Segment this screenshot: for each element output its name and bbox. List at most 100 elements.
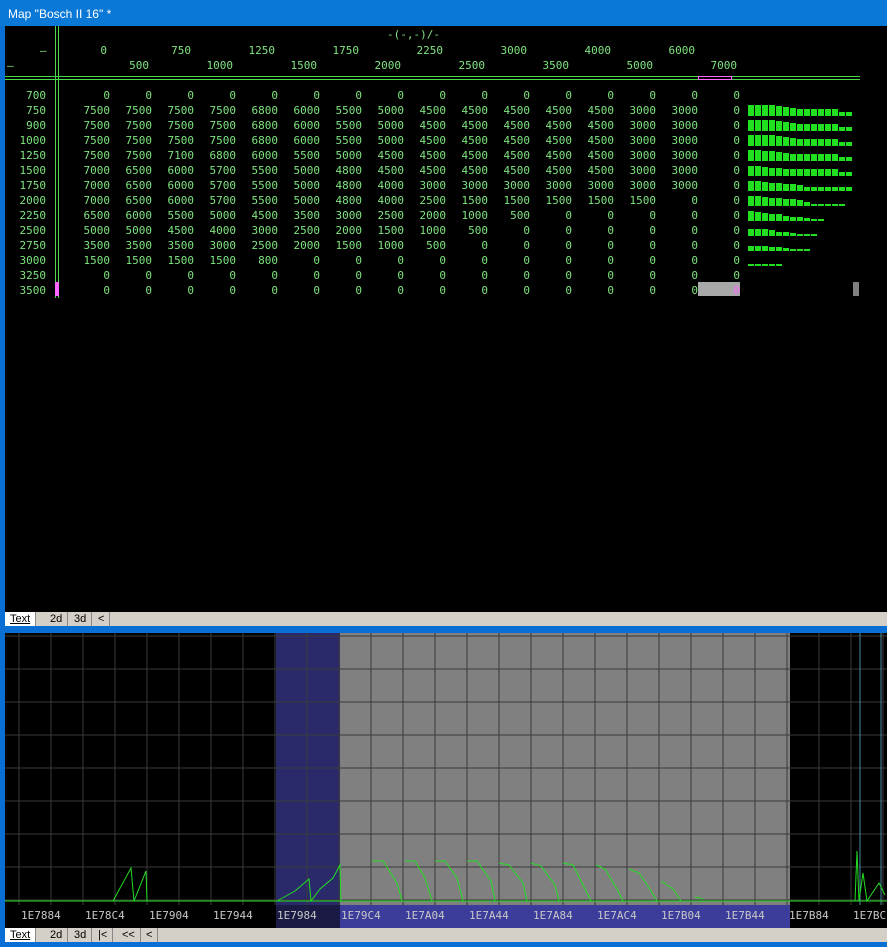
map-cell[interactable]: 4800 xyxy=(336,164,363,177)
map-cell[interactable]: 1000 xyxy=(462,209,489,222)
map-cell[interactable]: 0 xyxy=(691,194,698,207)
map-cell[interactable]: 0 xyxy=(733,89,740,102)
map-cell[interactable]: 0 xyxy=(397,89,404,102)
map-cell[interactable]: 0 xyxy=(607,239,614,252)
map-cell[interactable]: 0 xyxy=(355,284,362,297)
map-cell[interactable]: 0 xyxy=(565,269,572,282)
map-cell[interactable]: 5500 xyxy=(252,179,279,192)
map-cell[interactable]: 6000 xyxy=(168,164,195,177)
map-cell[interactable]: 6000 xyxy=(168,194,195,207)
map-cell[interactable]: 4500 xyxy=(504,119,531,132)
map-cell[interactable]: 3000 xyxy=(588,179,615,192)
map-cell[interactable]: 0 xyxy=(187,89,194,102)
map-cell[interactable]: 0 xyxy=(313,254,320,267)
map-cell[interactable]: 5500 xyxy=(336,104,363,117)
map-cell[interactable]: 4500 xyxy=(378,149,405,162)
map-cell[interactable]: 0 xyxy=(397,254,404,267)
map-cell[interactable]: 3000 xyxy=(672,149,699,162)
map-cell[interactable]: 4500 xyxy=(462,149,489,162)
map-cell[interactable]: 0 xyxy=(733,149,740,162)
map-cell[interactable]: 3000 xyxy=(462,179,489,192)
map-cell[interactable]: 1500 xyxy=(84,254,111,267)
map-cell[interactable]: 0 xyxy=(313,89,320,102)
map-cell[interactable]: 0 xyxy=(187,269,194,282)
map-cell[interactable]: 500 xyxy=(426,239,446,252)
map-cell[interactable]: 3000 xyxy=(672,119,699,132)
map-cell[interactable]: 1000 xyxy=(378,239,405,252)
map-cell[interactable]: 7500 xyxy=(84,149,111,162)
map-cell[interactable]: 0 xyxy=(607,89,614,102)
map-cell[interactable]: 5500 xyxy=(336,134,363,147)
map-cell[interactable]: 3000 xyxy=(672,104,699,117)
map-cell[interactable]: 2500 xyxy=(294,224,321,237)
map-cell[interactable]: 0 xyxy=(229,89,236,102)
map-cell[interactable]: 0 xyxy=(565,209,572,222)
map-cell[interactable]: 0 xyxy=(481,269,488,282)
map-cell[interactable]: 1500 xyxy=(630,194,657,207)
map-cell[interactable]: 0 xyxy=(145,284,152,297)
tab-nav-5[interactable]: < xyxy=(141,928,159,942)
tab-Text[interactable]: Text xyxy=(5,612,37,626)
map-cell[interactable]: 1500 xyxy=(504,194,531,207)
map-cell[interactable]: 7500 xyxy=(126,149,153,162)
map-cell[interactable]: 5500 xyxy=(168,209,195,222)
map-cell[interactable]: 7500 xyxy=(126,119,153,132)
map-cell[interactable]: 1500 xyxy=(588,194,615,207)
map-cell[interactable]: 3000 xyxy=(252,224,279,237)
tab-2d[interactable]: 2d xyxy=(45,928,69,942)
map-cell[interactable]: 0 xyxy=(691,89,698,102)
map-text-view[interactable]: -(-,-)/- – – 0 500 750 1000 1250 1500 1750 2000… xyxy=(5,26,887,612)
map-cell[interactable]: 6000 xyxy=(294,104,321,117)
map-cell[interactable]: 5500 xyxy=(336,119,363,132)
hex-graph-view[interactable]: 1E7884 1E78C4 1E7904 1E7944 1E7984 1E79C4 1E7A… xyxy=(5,633,887,928)
map-cell[interactable]: 2000 xyxy=(420,209,447,222)
map-cell[interactable]: 5000 xyxy=(84,224,111,237)
map-cell[interactable]: 7500 xyxy=(84,119,111,132)
map-cell[interactable]: 6800 xyxy=(210,149,237,162)
map-cell[interactable]: 0 xyxy=(523,284,530,297)
map-cell[interactable]: 4500 xyxy=(546,104,573,117)
map-cell[interactable]: 4500 xyxy=(420,164,447,177)
map-cell[interactable]: 0 xyxy=(733,239,740,252)
map-cell[interactable]: 4500 xyxy=(546,119,573,132)
map-cell[interactable]: 0 xyxy=(187,284,194,297)
map-cell[interactable]: 7500 xyxy=(168,104,195,117)
map-cell[interactable]: 3000 xyxy=(336,209,363,222)
map-cell[interactable]: 3000 xyxy=(420,179,447,192)
map-cell[interactable]: 5500 xyxy=(252,164,279,177)
map-cell[interactable]: 0 xyxy=(649,209,656,222)
map-cell[interactable]: 7000 xyxy=(84,194,111,207)
map-cell[interactable]: 500 xyxy=(510,209,530,222)
map-cell[interactable]: 0 xyxy=(733,209,740,222)
map-cell[interactable]: 5000 xyxy=(336,149,363,162)
map-cell[interactable]: 0 xyxy=(439,89,446,102)
tab-nav-3[interactable]: < xyxy=(93,612,111,626)
map-cell[interactable]: 0 xyxy=(523,239,530,252)
map-cell[interactable]: 5000 xyxy=(294,194,321,207)
map-cell[interactable]: 4800 xyxy=(336,194,363,207)
map-cell[interactable]: 4000 xyxy=(378,179,405,192)
map-cell[interactable]: 800 xyxy=(258,254,278,267)
map-cell[interactable]: 6000 xyxy=(294,134,321,147)
map-cell[interactable]: 6000 xyxy=(126,209,153,222)
scroll-marker[interactable] xyxy=(853,282,859,296)
map-cell[interactable]: 4500 xyxy=(420,134,447,147)
map-cell[interactable]: 5000 xyxy=(378,104,405,117)
map-cell[interactable]: 3000 xyxy=(630,179,657,192)
map-cell[interactable]: 0 xyxy=(691,209,698,222)
map-cell[interactable]: 0 xyxy=(439,269,446,282)
map-cell[interactable]: 4500 xyxy=(462,164,489,177)
map-cell[interactable]: 3000 xyxy=(504,179,531,192)
map-cell[interactable]: 7100 xyxy=(168,149,195,162)
map-cell[interactable]: 5000 xyxy=(378,119,405,132)
map-cell[interactable]: 0 xyxy=(733,119,740,132)
map-cell[interactable]: 2000 xyxy=(336,224,363,237)
map-cell[interactable]: 0 xyxy=(733,164,740,177)
map-cell[interactable]: 3000 xyxy=(672,179,699,192)
map-cell[interactable]: 5700 xyxy=(210,179,237,192)
map-cell[interactable]: 5500 xyxy=(294,149,321,162)
map-cell[interactable]: 4500 xyxy=(546,149,573,162)
map-cell[interactable]: 0 xyxy=(691,239,698,252)
map-cell[interactable]: 3500 xyxy=(294,209,321,222)
map-cell[interactable]: 5000 xyxy=(294,179,321,192)
